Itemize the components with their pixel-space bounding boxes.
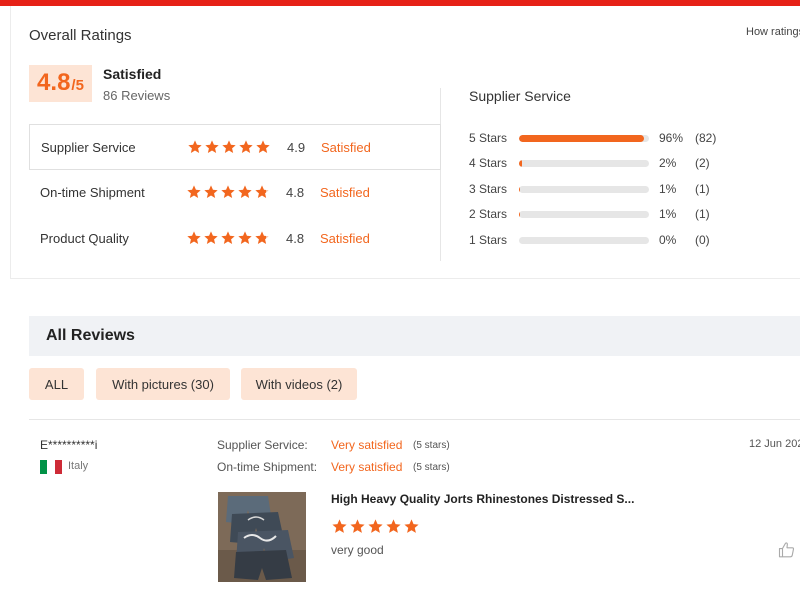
on-time-shipment-stars: (5 stars) xyxy=(413,462,450,473)
distribution-bar-track xyxy=(519,237,649,244)
filter-all-button[interactable]: ALL xyxy=(29,368,84,400)
metric-score: 4.8 xyxy=(286,184,305,200)
overall-ratings-title: Overall Ratings xyxy=(29,27,132,44)
denim-shorts-photo xyxy=(218,492,306,582)
metric-row-supplier-service[interactable]: Supplier Service 4.9 Satisfied xyxy=(29,124,441,170)
distribution-bar-fill xyxy=(519,211,521,218)
all-reviews-header: All Reviews xyxy=(29,316,800,356)
reviews-count: 86 Reviews xyxy=(103,88,171,103)
star-icon xyxy=(220,230,236,246)
distribution-count: (1) xyxy=(695,207,710,221)
distribution-bar-track xyxy=(519,211,649,218)
distribution-count: (0) xyxy=(695,233,710,247)
overall-score-badge: 4.8 /5 xyxy=(29,65,92,102)
how-ratings-link[interactable]: How ratings xyxy=(746,26,800,38)
distribution-percent: 0% xyxy=(659,233,677,247)
distribution-row-4-stars: 4 Stars 2% (2) xyxy=(469,156,769,172)
distribution-label: 3 Stars xyxy=(469,182,508,196)
star-icon xyxy=(254,184,270,200)
filter-with-pictures-button[interactable]: With pictures (30) xyxy=(96,368,230,400)
star-icon xyxy=(349,518,366,535)
distribution-row-1-stars: 1 Stars 0% (0) xyxy=(469,233,769,249)
distribution-bar-fill xyxy=(519,186,521,193)
distribution-percent: 1% xyxy=(659,207,677,221)
distribution-bar-track xyxy=(519,135,649,142)
metric-stars xyxy=(187,139,271,155)
distribution-bar-fill xyxy=(519,160,522,167)
distribution-bar-fill xyxy=(519,135,644,142)
star-icon xyxy=(221,139,237,155)
star-icon xyxy=(237,184,253,200)
overall-score: 4.8 xyxy=(37,69,71,96)
overall-status: Satisfied xyxy=(103,66,162,82)
metric-status: Satisfied xyxy=(320,230,370,246)
italy-flag-icon xyxy=(40,460,62,474)
thumbs-up-icon[interactable] xyxy=(778,541,796,559)
distribution-count: (1) xyxy=(695,182,710,196)
star-icon xyxy=(254,230,270,246)
distribution-label: 2 Stars xyxy=(469,207,508,221)
metric-stars xyxy=(186,184,270,200)
metric-name: Product Quality xyxy=(40,230,129,246)
star-icon xyxy=(331,518,348,535)
overall-score-denominator: /5 xyxy=(71,77,84,94)
distribution-row-3-stars: 3 Stars 1% (1) xyxy=(469,182,769,198)
distribution-percent: 96% xyxy=(659,131,684,145)
distribution-label: 1 Stars xyxy=(469,233,508,247)
supplier-service-value: Very satisfied xyxy=(331,438,403,452)
star-icon xyxy=(367,518,384,535)
metric-status: Satisfied xyxy=(320,184,370,200)
distribution-count: (2) xyxy=(695,156,710,170)
distribution-label: 5 Stars xyxy=(469,131,508,145)
distribution-percent: 2% xyxy=(659,156,677,170)
distribution-count: (82) xyxy=(695,131,717,145)
on-time-shipment-value: Very satisfied xyxy=(331,460,403,474)
distribution-row-5-stars: 5 Stars 96% (82) xyxy=(469,131,769,147)
metric-stars xyxy=(186,230,270,246)
supplier-service-stars: (5 stars) xyxy=(413,440,450,451)
distribution-bar-track xyxy=(519,160,649,167)
filter-with-videos-button[interactable]: With videos (2) xyxy=(241,368,357,400)
metric-name: Supplier Service xyxy=(41,139,136,155)
supplier-service-label: Supplier Service: xyxy=(217,438,308,452)
distribution-percent: 1% xyxy=(659,182,677,196)
distribution-row-2-stars: 2 Stars 1% (1) xyxy=(469,207,769,223)
metric-row-product-quality[interactable]: Product Quality 4.8 Satisfied xyxy=(29,215,441,261)
review-date: 12 Jun 2024 xyxy=(749,438,800,450)
star-icon xyxy=(238,139,254,155)
star-icon xyxy=(220,184,236,200)
star-icon xyxy=(186,230,202,246)
review-product-title[interactable]: High Heavy Quality Jorts Rhinestones Dis… xyxy=(331,492,634,506)
metric-row-on-time-shipment[interactable]: On-time Shipment 4.8 Satisfied xyxy=(29,169,441,215)
metric-score: 4.8 xyxy=(286,230,305,246)
review-stars xyxy=(331,518,420,535)
star-icon xyxy=(204,139,220,155)
all-reviews-title: All Reviews xyxy=(46,327,135,344)
metric-name: On-time Shipment xyxy=(40,184,145,200)
distribution-bar-track xyxy=(519,186,649,193)
star-icon xyxy=(203,184,219,200)
star-icon xyxy=(385,518,402,535)
star-icon xyxy=(186,184,202,200)
star-icon xyxy=(403,518,420,535)
metric-score: 4.9 xyxy=(287,139,306,155)
star-icon xyxy=(237,230,253,246)
metric-status: Satisfied xyxy=(321,139,371,155)
review-divider xyxy=(29,419,800,420)
reviewer-country: Italy xyxy=(68,460,89,472)
on-time-shipment-label: On-time Shipment: xyxy=(217,460,318,474)
star-icon xyxy=(255,139,271,155)
review-text: very good xyxy=(331,543,384,557)
distribution-label: 4 Stars xyxy=(469,156,508,170)
star-icon xyxy=(203,230,219,246)
review-product-thumbnail[interactable] xyxy=(218,492,306,582)
star-icon xyxy=(187,139,203,155)
distribution-title: Supplier Service xyxy=(469,88,571,104)
reviewer-name: E**********i xyxy=(40,438,98,452)
